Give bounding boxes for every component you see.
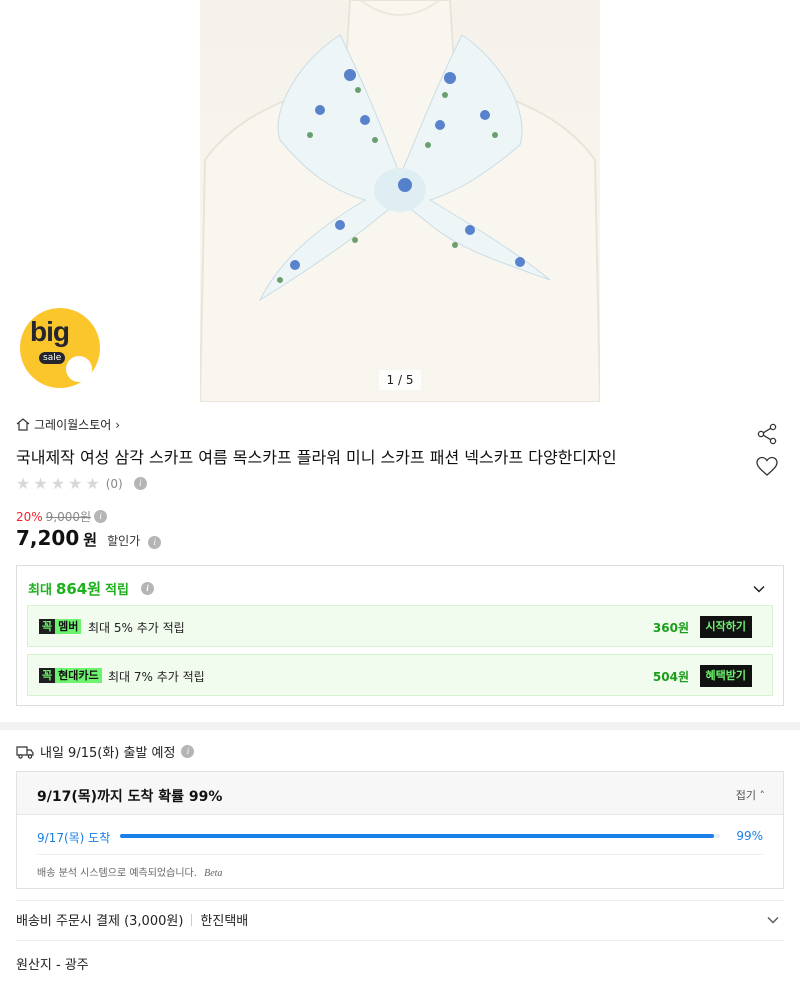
product-title: 국내제작 여성 삼각 스카프 여름 목스카프 플라워 미니 스카프 패션 넥스카… — [16, 448, 617, 467]
departure-row: 내일 9/15(화) 출발 예정 i — [16, 742, 195, 761]
info-icon[interactable]: i — [148, 536, 162, 549]
arrival-date: 9/17(목) 도착 — [37, 831, 111, 845]
bunny-icon — [66, 356, 92, 382]
share-icon[interactable] — [756, 423, 778, 445]
collapse-label: 접기 — [735, 789, 756, 802]
product-image-gallery[interactable]: 1 / 5 big sale — [0, 0, 800, 402]
price-label: 할인가 — [107, 534, 141, 548]
membership-tag: 꼭 멤버 — [39, 619, 82, 634]
store-name: 그레이월스토어 — [34, 418, 112, 432]
review-count: (0) — [105, 476, 123, 491]
forecast-note: 배송 분석 시스템으로 예측되었습니다. Beta — [37, 864, 222, 879]
price-unit: 원 — [83, 531, 98, 549]
arrival-progress-bar — [120, 834, 720, 838]
reward-max-amount: 864원 — [55, 580, 102, 598]
product-photo — [198, 0, 602, 402]
tag-prefix: 꼭 — [39, 668, 56, 683]
mannequin-scarf-illustration — [198, 0, 602, 402]
store-link[interactable]: 그레이월스토어 › — [16, 416, 120, 433]
card-tag: 꼭 현대카드 — [39, 668, 102, 683]
divider — [37, 854, 763, 855]
badge-sale-text: sale — [39, 352, 66, 364]
star-icon: ★ — [68, 474, 83, 493]
arrival-forecast-header[interactable]: 9/17(목)까지 도착 확률 99% 접기 ˄ — [17, 772, 783, 815]
beta-label: Beta — [204, 868, 223, 879]
info-icon[interactable]: i — [94, 510, 108, 523]
star-icon: ★ — [50, 474, 66, 493]
start-membership-button[interactable]: 시작하기 — [699, 616, 752, 638]
rating-row[interactable]: ★ ★ ★ ★ ★ (0) i — [16, 474, 147, 493]
chevron-down-icon[interactable] — [766, 913, 780, 927]
badge-big-text: big — [30, 316, 70, 347]
star-icon: ★ — [85, 474, 100, 493]
tag-label: 현대카드 — [55, 668, 102, 683]
image-counter: 1 / 5 — [379, 370, 421, 390]
info-icon[interactable]: i — [181, 745, 195, 758]
reward-summary: 최대 864원 적립 i — [28, 578, 154, 599]
chevron-up-icon: ˄ — [759, 789, 766, 802]
arrival-progress-fill — [120, 834, 714, 838]
chevron-right-icon: › — [115, 417, 121, 432]
tag-prefix: 꼭 — [39, 619, 56, 634]
reward-description: 최대 5% 추가 적립 — [88, 621, 185, 635]
arrival-forecast-title: 9/17(목)까지 도착 확률 99% — [37, 789, 223, 805]
reward-panel: 최대 864원 적립 i 꼭 멤버 최대 5% 추가 적립 360원 시작하기 … — [16, 565, 784, 706]
reward-item-card: 꼭 현대카드 최대 7% 추가 적립 504원 혜택받기 — [27, 654, 773, 696]
truck-icon — [16, 745, 34, 759]
home-icon — [16, 418, 30, 431]
sale-price: 7,200 — [16, 526, 80, 550]
shipping-fee-row[interactable]: 배송비 주문시 결제 (3,000원) 한진택배 — [16, 910, 248, 929]
departure-text: 내일 9/15(화) 출발 예정 — [40, 746, 176, 761]
separator — [191, 913, 193, 926]
forecast-note-text: 배송 분석 시스템으로 예측되었습니다. — [37, 868, 197, 879]
big-sale-badge: big sale — [20, 308, 100, 388]
original-price: 9,000원 — [45, 510, 92, 524]
info-icon[interactable]: i — [140, 582, 154, 595]
discount-row: 20% 9,000원 i — [16, 508, 108, 525]
info-icon[interactable]: i — [133, 477, 147, 490]
section-divider — [0, 722, 800, 730]
courier-name: 한진택배 — [200, 914, 249, 929]
reward-suffix: 적립 — [105, 583, 129, 598]
discount-rate: 20% — [16, 509, 43, 524]
star-icon: ★ — [16, 474, 31, 493]
tag-label: 멤버 — [55, 619, 82, 634]
star-icon: ★ — [33, 474, 48, 493]
divider — [16, 900, 784, 901]
reward-amount: 360원 — [652, 621, 689, 635]
divider — [16, 940, 784, 941]
reward-prefix: 최대 — [28, 583, 52, 598]
heart-icon[interactable] — [756, 456, 778, 478]
reward-amount: 504원 — [652, 670, 689, 684]
collapse-toggle[interactable]: 접기 ˄ — [736, 787, 765, 803]
shipping-fee: 배송비 주문시 결제 (3,000원) — [16, 914, 184, 929]
reward-description: 최대 7% 추가 적립 — [108, 670, 205, 684]
arrival-forecast-panel: 9/17(목)까지 도착 확률 99% 접기 ˄ 9/17(목) 도착 99% … — [16, 771, 784, 889]
get-benefit-button[interactable]: 혜택받기 — [699, 665, 752, 687]
reward-item-member: 꼭 멤버 최대 5% 추가 적립 360원 시작하기 — [27, 605, 773, 647]
origin-info: 원산지 - 광주 — [16, 958, 89, 973]
price-row: 7,200 원 할인가 i — [16, 526, 162, 550]
arrival-probability: 99% — [736, 829, 763, 843]
chevron-down-icon[interactable] — [752, 582, 766, 596]
